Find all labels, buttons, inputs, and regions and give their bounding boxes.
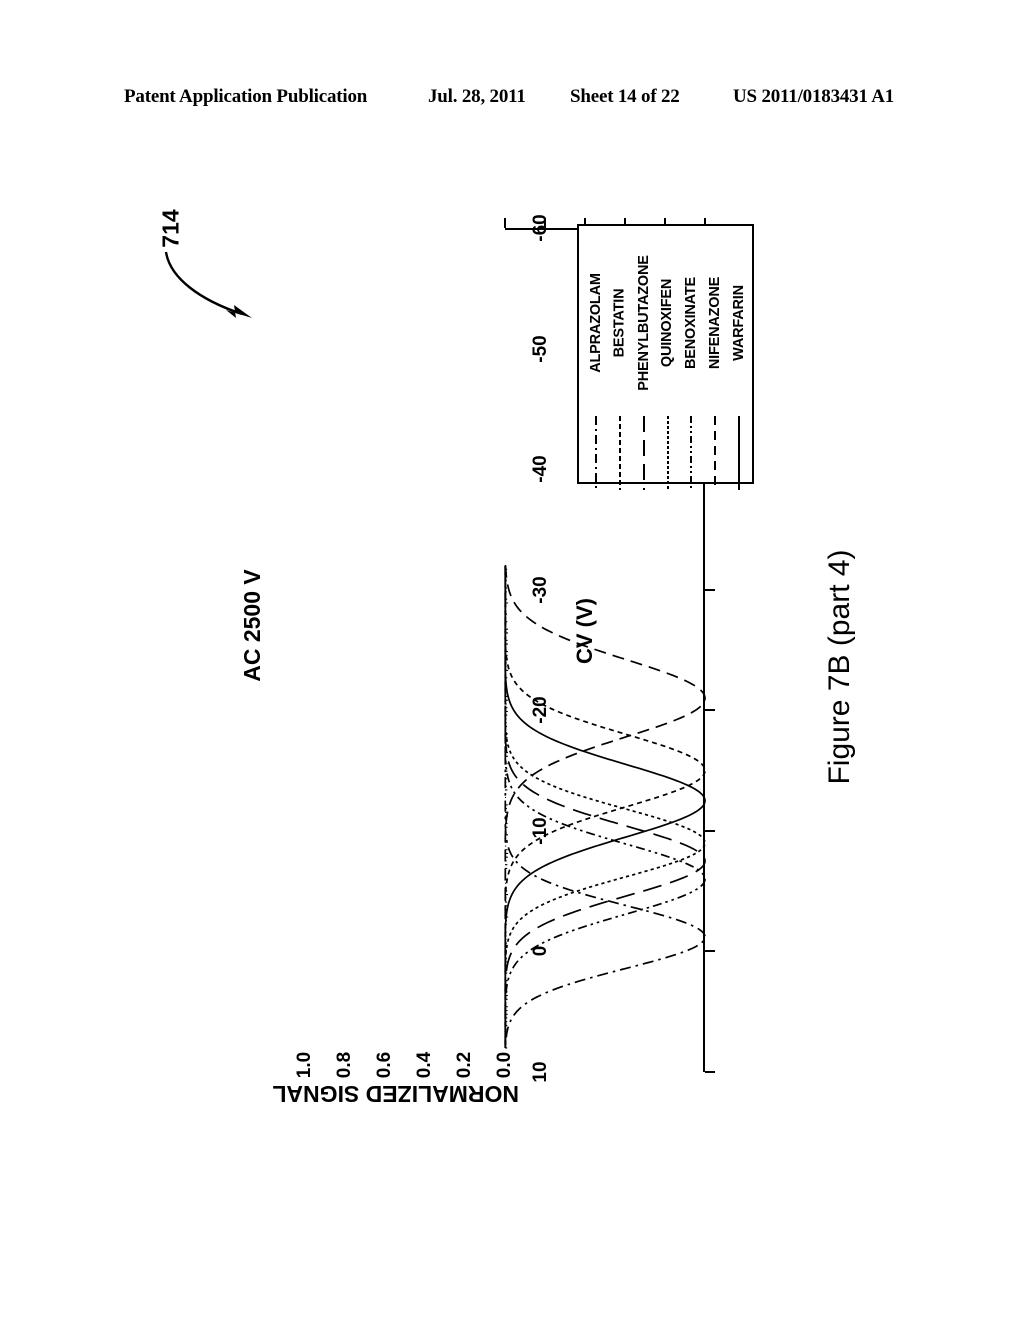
- reference-numeral-714: 714: [158, 209, 185, 247]
- legend-entry-label: BENOXINATE: [684, 277, 698, 369]
- ac-voltage-label: AC 2500 V: [239, 569, 266, 682]
- y-tick: [504, 218, 506, 228]
- legend-entry-label: PHENYLBUTAZONE: [637, 255, 651, 391]
- y-tick-label: 1.0: [294, 1044, 316, 1086]
- x-tick: [705, 950, 715, 952]
- x-tick-label: -50: [530, 327, 552, 371]
- curve-nifenazone: [505, 566, 705, 1048]
- x-tick-label: -40: [530, 447, 552, 491]
- legend-entry-list: WARFARIN NIFENAZONE BENOXINATE QUINOXIFEN PH…: [579, 226, 756, 486]
- legend-line-sample: [643, 416, 645, 490]
- legend-line-sample: [595, 416, 597, 490]
- x-tick: [705, 1071, 715, 1073]
- x-tick-label: -10: [530, 809, 552, 853]
- curve-warfarin: [505, 566, 705, 1048]
- curve-alprazolam: [505, 566, 705, 1048]
- figure-area: 714 AC 2500 V CV (V) NORMALIZED SIGNAL -…: [0, 0, 1024, 1320]
- legend-line-sample: [690, 416, 692, 490]
- legend: WARFARIN NIFENAZONE BENOXINATE QUINOXIFEN PH…: [577, 224, 754, 484]
- legend-entry-label: NIFENAZONE: [708, 277, 722, 369]
- y-tick-label: 0.6: [374, 1044, 396, 1086]
- legend-entry: ALPRAZOLAM: [585, 232, 607, 478]
- legend-entry-label: QUINOXIFEN: [661, 279, 675, 367]
- y-axis-title: NORMALIZED SIGNAL: [299, 1080, 519, 1107]
- x-tick-label: -20: [530, 688, 552, 732]
- legend-entry: BENOXINATE: [680, 232, 702, 478]
- legend-entry-label: WARFARIN: [732, 285, 746, 361]
- legend-entry: NIFENAZONE: [704, 232, 726, 478]
- x-tick: [705, 709, 715, 711]
- legend-entry: PHENYLBUTAZONE: [633, 232, 655, 478]
- x-tick-label: 10: [530, 1050, 552, 1094]
- legend-line-sample: [619, 416, 621, 490]
- reference-leader-arrow-icon: [160, 248, 270, 328]
- legend-line-sample: [714, 416, 716, 490]
- x-tick-label: -60: [530, 206, 552, 250]
- legend-line-sample: [667, 416, 669, 490]
- legend-entry: QUINOXIFEN: [657, 232, 679, 478]
- legend-line-sample: [738, 416, 740, 490]
- y-tick-label: 0.8: [334, 1044, 356, 1086]
- legend-entry: BESTATIN: [609, 232, 631, 478]
- legend-entry-label: ALPRAZOLAM: [589, 273, 603, 373]
- y-tick-label: 0.2: [454, 1044, 476, 1086]
- x-tick-label: 0: [530, 929, 552, 973]
- x-tick: [705, 589, 715, 591]
- x-tick: [705, 830, 715, 832]
- curve-phenylbutazone: [505, 566, 705, 1048]
- curve-bestatin: [505, 566, 705, 1048]
- y-tick-label: 0.0: [494, 1044, 516, 1086]
- legend-entry: WARFARIN: [728, 232, 750, 478]
- curve-benoxinate: [505, 566, 705, 1048]
- x-tick-label: -30: [530, 568, 552, 612]
- figure-caption: Figure 7B (part 4): [823, 527, 857, 807]
- y-tick-label: 0.4: [414, 1044, 436, 1086]
- legend-entry-label: BESTATIN: [613, 289, 627, 358]
- curve-quinoxifen: [505, 566, 705, 1048]
